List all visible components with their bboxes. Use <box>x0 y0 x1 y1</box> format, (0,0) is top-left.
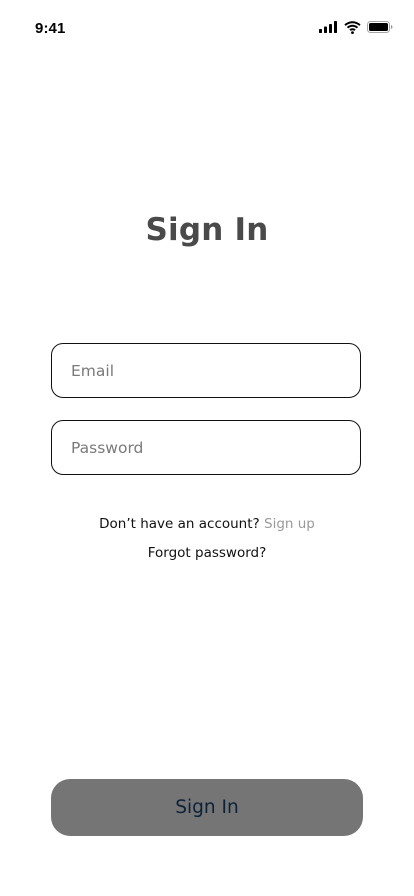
forgot-password-link[interactable]: Forgot password? <box>0 545 414 561</box>
battery-icon <box>367 21 394 33</box>
signup-prompt: Don’t have an account? Sign up <box>0 516 414 532</box>
page-title: Sign In <box>145 212 269 248</box>
password-field[interactable] <box>52 421 360 474</box>
signup-link[interactable]: Sign up <box>264 516 315 532</box>
cellular-signal-icon <box>319 21 338 33</box>
email-field[interactable] <box>52 344 360 397</box>
wifi-icon <box>344 20 361 34</box>
status-icons <box>319 19 394 35</box>
no-account-text: Don’t have an account? <box>99 516 264 532</box>
password-field-container <box>51 420 361 475</box>
email-field-container <box>51 343 361 398</box>
status-bar: 9:41 <box>0 0 414 56</box>
signin-button[interactable]: Sign In <box>51 779 363 836</box>
status-time: 9:41 <box>35 20 66 37</box>
